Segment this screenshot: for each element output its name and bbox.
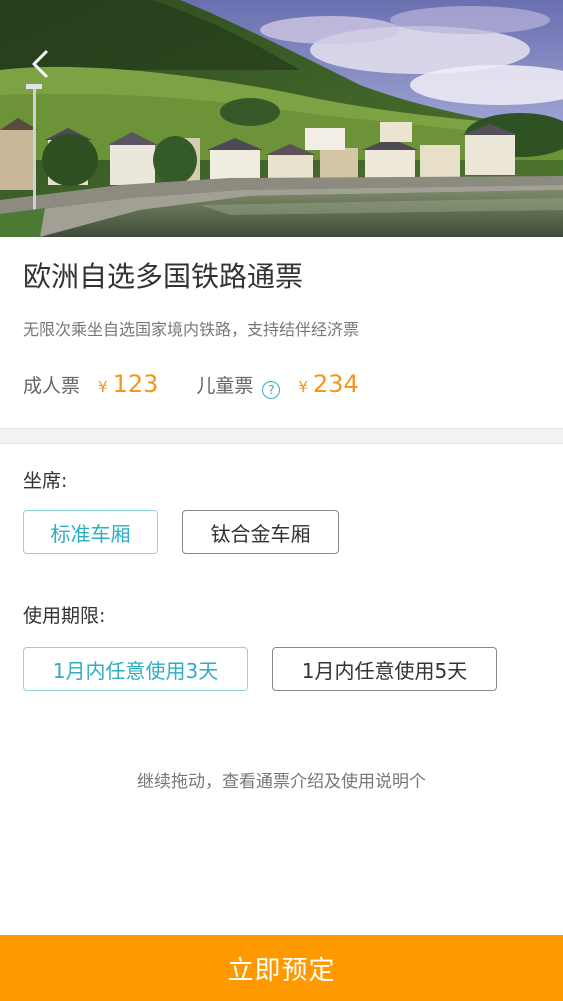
section-divider — [0, 428, 563, 444]
chevron-left-icon — [32, 50, 48, 78]
validity-label: 使用期限: — [23, 605, 106, 627]
seat-label: 坐席: — [23, 470, 68, 492]
book-now-button[interactable]: 立即预定 — [0, 935, 563, 1001]
hero-landscape-illustration — [0, 0, 563, 237]
hero-image — [0, 0, 563, 237]
adult-price-label: 成人票 — [23, 375, 81, 397]
price-row: 成人票 ¥ 123 儿童票 ? ¥ 234 — [23, 370, 359, 406]
child-price-value: 234 — [312, 370, 359, 398]
drag-hint: 继续拖动，查看通票介绍及使用说明个 — [137, 772, 426, 792]
adult-price-value: 123 — [112, 370, 159, 398]
product-subtitle: 无限次乘坐自选国家境内铁路，支持结伴经济票 — [23, 320, 360, 339]
child-price-currency: ¥ — [298, 378, 308, 396]
product-title: 欧洲自选多国铁路通票 — [23, 260, 304, 293]
page: 欧洲自选多国铁路通票 无限次乘坐自选国家境内铁路，支持结伴经济票 成人票 ¥ 1… — [0, 0, 563, 1001]
back-button[interactable] — [14, 36, 66, 92]
child-price-label: 儿童票 — [196, 375, 254, 397]
seat-option-titanium[interactable]: 钛合金车厢 — [182, 510, 339, 554]
validity-option-3-days[interactable]: 1月内任意使用3天 — [23, 647, 248, 691]
question-circle-icon[interactable]: ? — [262, 381, 281, 399]
adult-price-currency: ¥ — [98, 378, 108, 396]
seat-option-standard[interactable]: 标准车厢 — [23, 510, 158, 554]
validity-option-5-days[interactable]: 1月内任意使用5天 — [272, 647, 497, 691]
